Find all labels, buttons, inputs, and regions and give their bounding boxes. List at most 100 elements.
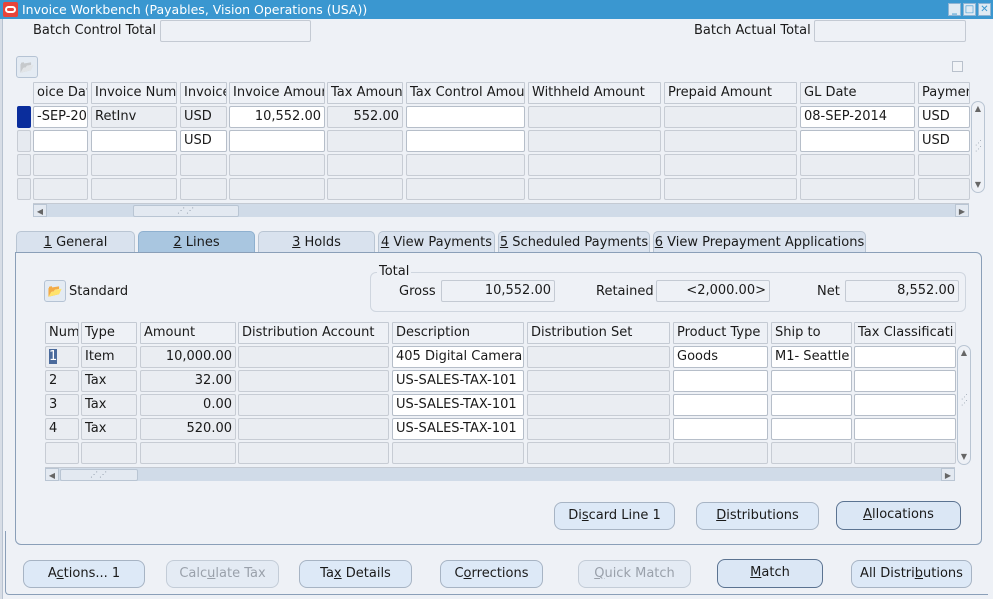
col-header-withheld-amount[interactable]: Withheld Amount <box>528 82 661 104</box>
invoice-num-cell[interactable] <box>91 178 177 200</box>
corrections-button[interactable]: Corrections <box>440 560 543 588</box>
line-num-cell[interactable]: 3 <box>45 394 79 416</box>
withheld-amount-cell[interactable] <box>528 106 661 128</box>
invoice-amount-cell[interactable] <box>229 178 325 200</box>
description-cell[interactable]: 405 Digital Camera <box>392 346 524 368</box>
line-type-cell[interactable]: Tax <box>81 418 137 440</box>
distribution-set-cell[interactable] <box>527 418 670 440</box>
gl-date-cell[interactable] <box>800 130 915 152</box>
payment-currency-cell[interactable] <box>918 178 970 200</box>
line-type-cell[interactable] <box>81 442 137 464</box>
product-type-cell[interactable] <box>673 370 768 392</box>
line-amount-cell[interactable]: 520.00 <box>140 418 236 440</box>
tax-details-button[interactable]: Tax Details <box>299 560 412 588</box>
tax-control-amount-cell[interactable] <box>406 106 525 128</box>
tax-control-amount-cell[interactable] <box>406 178 525 200</box>
tax-amount-cell[interactable]: 552.00 <box>327 106 403 128</box>
prepaid-amount-cell[interactable] <box>664 154 797 176</box>
gl-date-cell[interactable] <box>800 154 915 176</box>
line-num-cell[interactable] <box>45 442 79 464</box>
line-amount-cell[interactable]: 10,000.00 <box>140 346 236 368</box>
lines-horizontal-scrollbar[interactable]: ◀ ⋰⋰ ▶ <box>45 467 955 481</box>
tab-scheduled-payments[interactable]: 5 Scheduled Payments <box>498 231 650 253</box>
folder-button[interactable]: 📂 <box>16 56 38 78</box>
scroll-left-icon[interactable]: ◀ <box>33 204 47 217</box>
distribution-set-cell[interactable] <box>527 346 670 368</box>
gross-field[interactable]: 10,552.00 <box>441 280 555 302</box>
scroll-left-icon[interactable]: ◀ <box>45 468 59 481</box>
gl-date-cell[interactable] <box>800 178 915 200</box>
invoice-amount-cell[interactable]: 10,552.00 <box>229 106 325 128</box>
ship-to-cell[interactable]: M1- Seattle <box>771 346 852 368</box>
scroll-right-icon[interactable]: ▶ <box>941 468 955 481</box>
tab-lines[interactable]: 2 Lines <box>138 231 255 253</box>
col-header-invoice-amount[interactable]: Invoice Amour <box>229 82 325 104</box>
invoice-date-cell[interactable]: -SEP-20: <box>33 106 88 128</box>
invoice-num-cell[interactable] <box>91 154 177 176</box>
invoice-num-cell[interactable] <box>91 130 177 152</box>
col-header-ship-to[interactable]: Ship to <box>771 322 852 344</box>
tax-classification-cell[interactable] <box>854 418 956 440</box>
col-header-description[interactable]: Description <box>392 322 524 344</box>
col-header-tax-control-amount[interactable]: Tax Control Amou <box>406 82 525 104</box>
scroll-right-icon[interactable]: ▶ <box>955 204 969 217</box>
match-button[interactable]: Match <box>717 559 823 588</box>
invoice-currency-cell[interactable] <box>180 178 227 200</box>
invoice-horizontal-scrollbar[interactable]: ◀ ⋰⋰ ▶ <box>33 203 969 217</box>
invoice-amount-cell[interactable] <box>229 130 325 152</box>
product-type-cell[interactable] <box>673 418 768 440</box>
product-type-cell[interactable] <box>673 394 768 416</box>
invoice-currency-cell[interactable]: USD <box>180 130 227 152</box>
actions-button[interactable]: Actions... 1 <box>23 560 145 588</box>
tax-amount-cell[interactable] <box>327 154 403 176</box>
tax-classification-cell[interactable] <box>854 394 956 416</box>
col-header-distribution-account[interactable]: Distribution Account <box>238 322 389 344</box>
tax-control-amount-cell[interactable] <box>406 154 525 176</box>
col-header-gl-date[interactable]: GL Date <box>800 82 915 104</box>
row-selector[interactable] <box>17 178 31 200</box>
col-header-amount[interactable]: Amount <box>140 322 236 344</box>
net-field[interactable]: 8,552.00 <box>845 280 959 302</box>
invoice-vertical-scrollbar[interactable]: ▲ ⋰ ⋰ ▼ <box>971 101 985 193</box>
prepaid-amount-cell[interactable] <box>664 106 797 128</box>
tax-amount-cell[interactable] <box>327 178 403 200</box>
ship-to-cell[interactable] <box>771 394 852 416</box>
minimize-button[interactable]: _ <box>948 3 961 16</box>
col-header-num[interactable]: Num <box>45 322 79 344</box>
col-header-tax-classification[interactable]: Tax Classificati <box>854 322 956 344</box>
ship-to-cell[interactable] <box>771 442 852 464</box>
invoice-date-cell[interactable] <box>33 178 88 200</box>
distribution-account-cell[interactable] <box>238 346 389 368</box>
row-selector[interactable] <box>17 154 31 176</box>
distribution-account-cell[interactable] <box>238 370 389 392</box>
select-checkbox[interactable] <box>952 61 963 72</box>
line-type-cell[interactable]: Item <box>81 346 137 368</box>
line-type-cell[interactable]: Tax <box>81 394 137 416</box>
distribution-set-cell[interactable] <box>527 370 670 392</box>
line-num-cell[interactable]: 1 <box>45 346 79 368</box>
withheld-amount-cell[interactable] <box>528 178 661 200</box>
scroll-thumb[interactable]: ⋰⋰ <box>60 469 138 481</box>
withheld-amount-cell[interactable] <box>528 154 661 176</box>
allocations-button[interactable]: Allocations <box>836 501 961 530</box>
distribution-set-cell[interactable] <box>527 442 670 464</box>
col-header-payment-currency[interactable]: Paymen <box>918 82 970 104</box>
scroll-thumb[interactable]: ⋰⋰ <box>133 205 239 217</box>
invoice-num-cell[interactable]: RetInv <box>91 106 177 128</box>
product-type-cell[interactable]: Goods <box>673 346 768 368</box>
payment-currency-cell[interactable]: USD <box>918 106 970 128</box>
distribution-set-cell[interactable] <box>527 394 670 416</box>
ship-to-cell[interactable] <box>771 370 852 392</box>
row-selector[interactable] <box>17 106 31 128</box>
distribution-account-cell[interactable] <box>238 394 389 416</box>
folder-standard-button[interactable]: 📂 <box>44 280 66 302</box>
batch-actual-total-field[interactable] <box>814 20 966 42</box>
tab-holds[interactable]: 3 Holds <box>258 231 375 253</box>
tab-view-prepayment-applications[interactable]: 6 View Prepayment Applications <box>653 231 866 253</box>
col-header-invoice-num[interactable]: Invoice Num <box>91 82 177 104</box>
maximize-button[interactable]: □ <box>963 3 976 16</box>
col-header-tax-amount[interactable]: Tax Amoun <box>327 82 403 104</box>
retained-field[interactable]: <2,000.00> <box>656 280 770 302</box>
all-distributions-button[interactable]: All Distributions <box>851 560 972 588</box>
col-header-type[interactable]: Type <box>81 322 137 344</box>
